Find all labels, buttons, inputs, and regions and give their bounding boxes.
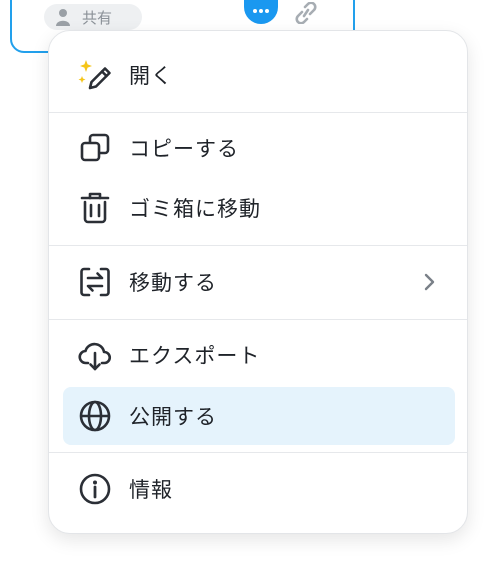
- ellipsis-icon: [253, 9, 269, 13]
- menu-divider: [49, 245, 467, 246]
- globe-icon: [77, 398, 113, 434]
- menu-item-label: エクスポート: [129, 344, 261, 368]
- trash-icon: [77, 190, 113, 226]
- menu-item-label: コピーする: [129, 137, 239, 161]
- cloud-download-icon: [77, 337, 113, 373]
- menu-item-label: 情報: [129, 478, 173, 502]
- chevron-right-icon: [424, 273, 435, 291]
- menu-divider: [49, 319, 467, 320]
- share-badge[interactable]: 共有: [44, 4, 142, 30]
- link-icon[interactable]: [292, 2, 320, 24]
- sparkle-pencil-icon: [77, 57, 113, 93]
- menu-item-publish[interactable]: 公開する: [63, 387, 455, 445]
- context-menu: 開く コピーする ゴミ箱に移動 移動する エクスポート 公開する 情報: [48, 30, 468, 534]
- more-options-button[interactable]: [244, 0, 278, 24]
- menu-item-trash[interactable]: ゴミ箱に移動: [63, 179, 455, 237]
- user-icon: [56, 9, 70, 26]
- copy-icon: [77, 130, 113, 166]
- menu-divider: [49, 112, 467, 113]
- info-icon: [77, 471, 113, 507]
- menu-item-label: 移動する: [129, 271, 217, 295]
- menu-item-info[interactable]: 情報: [63, 460, 455, 518]
- menu-item-label: 公開する: [129, 405, 217, 429]
- menu-divider: [49, 452, 467, 453]
- menu-item-move[interactable]: 移動する: [63, 253, 455, 311]
- menu-item-open[interactable]: 開く: [63, 46, 455, 104]
- menu-item-copy[interactable]: コピーする: [63, 119, 455, 177]
- menu-item-export[interactable]: エクスポート: [63, 326, 455, 384]
- share-label: 共有: [82, 8, 113, 27]
- move-icon: [77, 264, 113, 300]
- menu-item-label: 開く: [129, 64, 173, 88]
- menu-item-label: ゴミ箱に移動: [129, 197, 261, 221]
